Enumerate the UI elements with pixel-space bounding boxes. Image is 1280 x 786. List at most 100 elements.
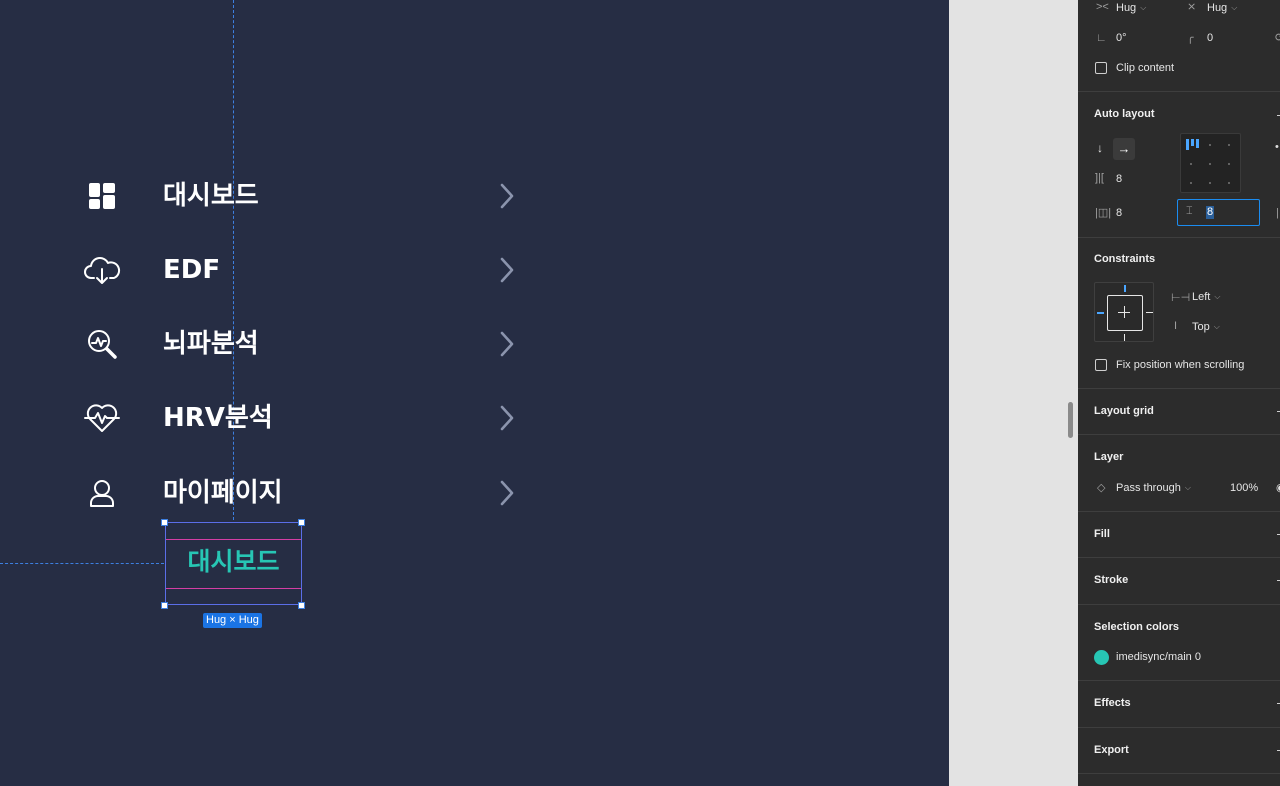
menu-item-label: 마이페이지 (163, 478, 283, 508)
horizontal-constraint-dropdown[interactable]: Left ⌵ (1192, 291, 1220, 303)
chevron-right-icon (500, 257, 514, 283)
alignment-dot (1228, 182, 1230, 184)
auto-layout-title: Auto layout (1094, 108, 1155, 120)
fix-position-checkbox[interactable] (1095, 359, 1107, 371)
blend-mode-dropdown[interactable]: Pass through ⌵ (1116, 482, 1191, 494)
chevron-right-icon (500, 480, 514, 506)
chevron-right-icon (500, 331, 514, 357)
section-divider (1078, 604, 1280, 605)
independent-corners-icon[interactable]: ⟳ (1275, 31, 1280, 44)
chevron-down-icon: ⌵ (1231, 3, 1238, 12)
size-badge: Hug × Hug (203, 613, 262, 628)
properties-panel: >< Hug ⌵ ⨯ Hug ⌵ ∟ 0° ╭ 0 ⟳ Clip content A… (1078, 0, 1280, 786)
canvas-outside-area[interactable] (949, 0, 1078, 786)
canvas-scrollbar[interactable] (1068, 402, 1073, 438)
constraint-top-active[interactable] (1124, 285, 1126, 292)
alignment-dot (1209, 182, 1211, 184)
clip-content-checkbox[interactable] (1095, 62, 1107, 74)
color-swatch[interactable] (1094, 650, 1109, 665)
constraint-bottom[interactable] (1124, 334, 1125, 341)
effects-title: Effects (1094, 697, 1131, 709)
menu-item-hrv-analysis[interactable]: HRV분석 (83, 393, 523, 443)
menu-item-mypage[interactable]: 마이페이지 (83, 468, 523, 518)
selection-color-name[interactable]: imedisync/main 0 (1116, 651, 1201, 663)
layout-grid-title: Layout grid (1094, 405, 1154, 417)
section-divider (1078, 727, 1280, 728)
dashboard-grid-icon (83, 178, 121, 214)
more-options-icon[interactable]: • (1275, 141, 1279, 153)
padding-indicator-top (166, 539, 301, 540)
constraint-left-active[interactable] (1097, 312, 1104, 314)
layer-title: Layer (1094, 451, 1124, 463)
section-divider (1078, 237, 1280, 238)
alignment-dot (1228, 144, 1230, 146)
layer-opacity-field[interactable]: 100% (1230, 482, 1258, 494)
vertical-constraint-icon: I (1174, 320, 1178, 332)
height-mode-dropdown[interactable]: Hug ⌵ (1207, 2, 1237, 14)
individual-padding-icon[interactable]: | (1276, 207, 1279, 219)
horizontal-guide-line (0, 563, 164, 564)
width-mode-value: Hug (1116, 2, 1137, 14)
design-canvas[interactable]: 대시보드 EDF 뇌파분석 HRV분석 마이페이지 대시보드 Hug × Hug (0, 0, 949, 786)
resize-handle-top-left[interactable] (161, 519, 168, 526)
alignment-grid[interactable] (1180, 133, 1241, 193)
alignment-dot (1190, 182, 1192, 184)
horizontal-constraint-icon: ⊢⊣ (1171, 292, 1191, 304)
vertical-padding-field[interactable]: ⌶ 8 (1177, 199, 1260, 226)
resize-handle-top-right[interactable] (298, 519, 305, 526)
chevron-right-icon (500, 183, 514, 209)
direction-vertical-icon[interactable]: ↓ (1097, 141, 1103, 155)
vertical-padding-icon: ⌶ (1186, 205, 1193, 217)
export-title: Export (1094, 744, 1129, 756)
menu-item-label: EDF (163, 255, 221, 285)
constraints-title: Constraints (1094, 253, 1156, 265)
section-divider (1078, 511, 1280, 512)
alignment-dot (1190, 163, 1192, 165)
selected-frame-label: 대시보드 (187, 547, 280, 576)
horizontal-padding-field[interactable]: 8 (1116, 207, 1122, 219)
blend-mode-icon: ◇ (1097, 482, 1106, 494)
padding-indicator-bottom (166, 588, 301, 589)
vertical-constraint-dropdown[interactable]: Top ⌵ (1192, 321, 1220, 333)
visibility-eye-icon[interactable]: ◉ (1276, 481, 1280, 494)
constraints-widget[interactable] (1094, 282, 1154, 342)
selected-frame[interactable]: 대시보드 (165, 522, 302, 605)
rotation-field[interactable]: 0° (1116, 32, 1127, 44)
constraint-right[interactable] (1146, 312, 1153, 313)
spacing-icon: ]|[ (1095, 172, 1104, 184)
user-icon (83, 475, 121, 511)
menu-item-label: HRV분석 (163, 403, 273, 433)
heart-pulse-icon (83, 400, 121, 436)
alignment-indicator (1186, 139, 1189, 150)
chevron-down-icon: ⌵ (1184, 483, 1191, 492)
analysis-magnifier-icon (83, 326, 121, 362)
section-divider (1078, 557, 1280, 558)
alignment-dot (1209, 144, 1211, 146)
resize-handle-bottom-left[interactable] (161, 602, 168, 609)
vertical-constraint-value: Top (1192, 321, 1210, 333)
selection-colors-title: Selection colors (1094, 621, 1179, 633)
alignment-indicator (1191, 139, 1194, 146)
constraints-center-v (1124, 306, 1125, 318)
menu-item-eeg-analysis[interactable]: 뇌파분석 (83, 319, 523, 369)
menu-item-edf[interactable]: EDF (83, 245, 523, 295)
direction-horizontal-icon[interactable]: → (1113, 138, 1135, 160)
section-divider (1078, 434, 1280, 435)
width-mode-dropdown[interactable]: Hug ⌵ (1116, 2, 1146, 14)
chevron-down-icon: ⌵ (1214, 292, 1221, 301)
alignment-indicator (1196, 139, 1199, 148)
corner-radius-field[interactable]: 0 (1207, 32, 1213, 44)
menu-item-label: 뇌파분석 (163, 329, 259, 359)
section-divider (1078, 680, 1280, 681)
constraints-inner-box (1107, 295, 1143, 331)
spacing-field[interactable]: 8 (1116, 173, 1122, 185)
height-resize-icon: ⨯ (1187, 1, 1197, 13)
resize-handle-bottom-right[interactable] (298, 602, 305, 609)
corner-radius-icon: ╭ (1187, 32, 1194, 44)
chevron-right-icon (500, 405, 514, 431)
menu-item-dashboard[interactable]: 대시보드 (83, 171, 523, 221)
chevron-down-icon: ⌵ (1213, 322, 1220, 331)
cloud-download-icon (83, 252, 121, 288)
alignment-dot (1209, 163, 1211, 165)
section-divider (1078, 388, 1280, 389)
